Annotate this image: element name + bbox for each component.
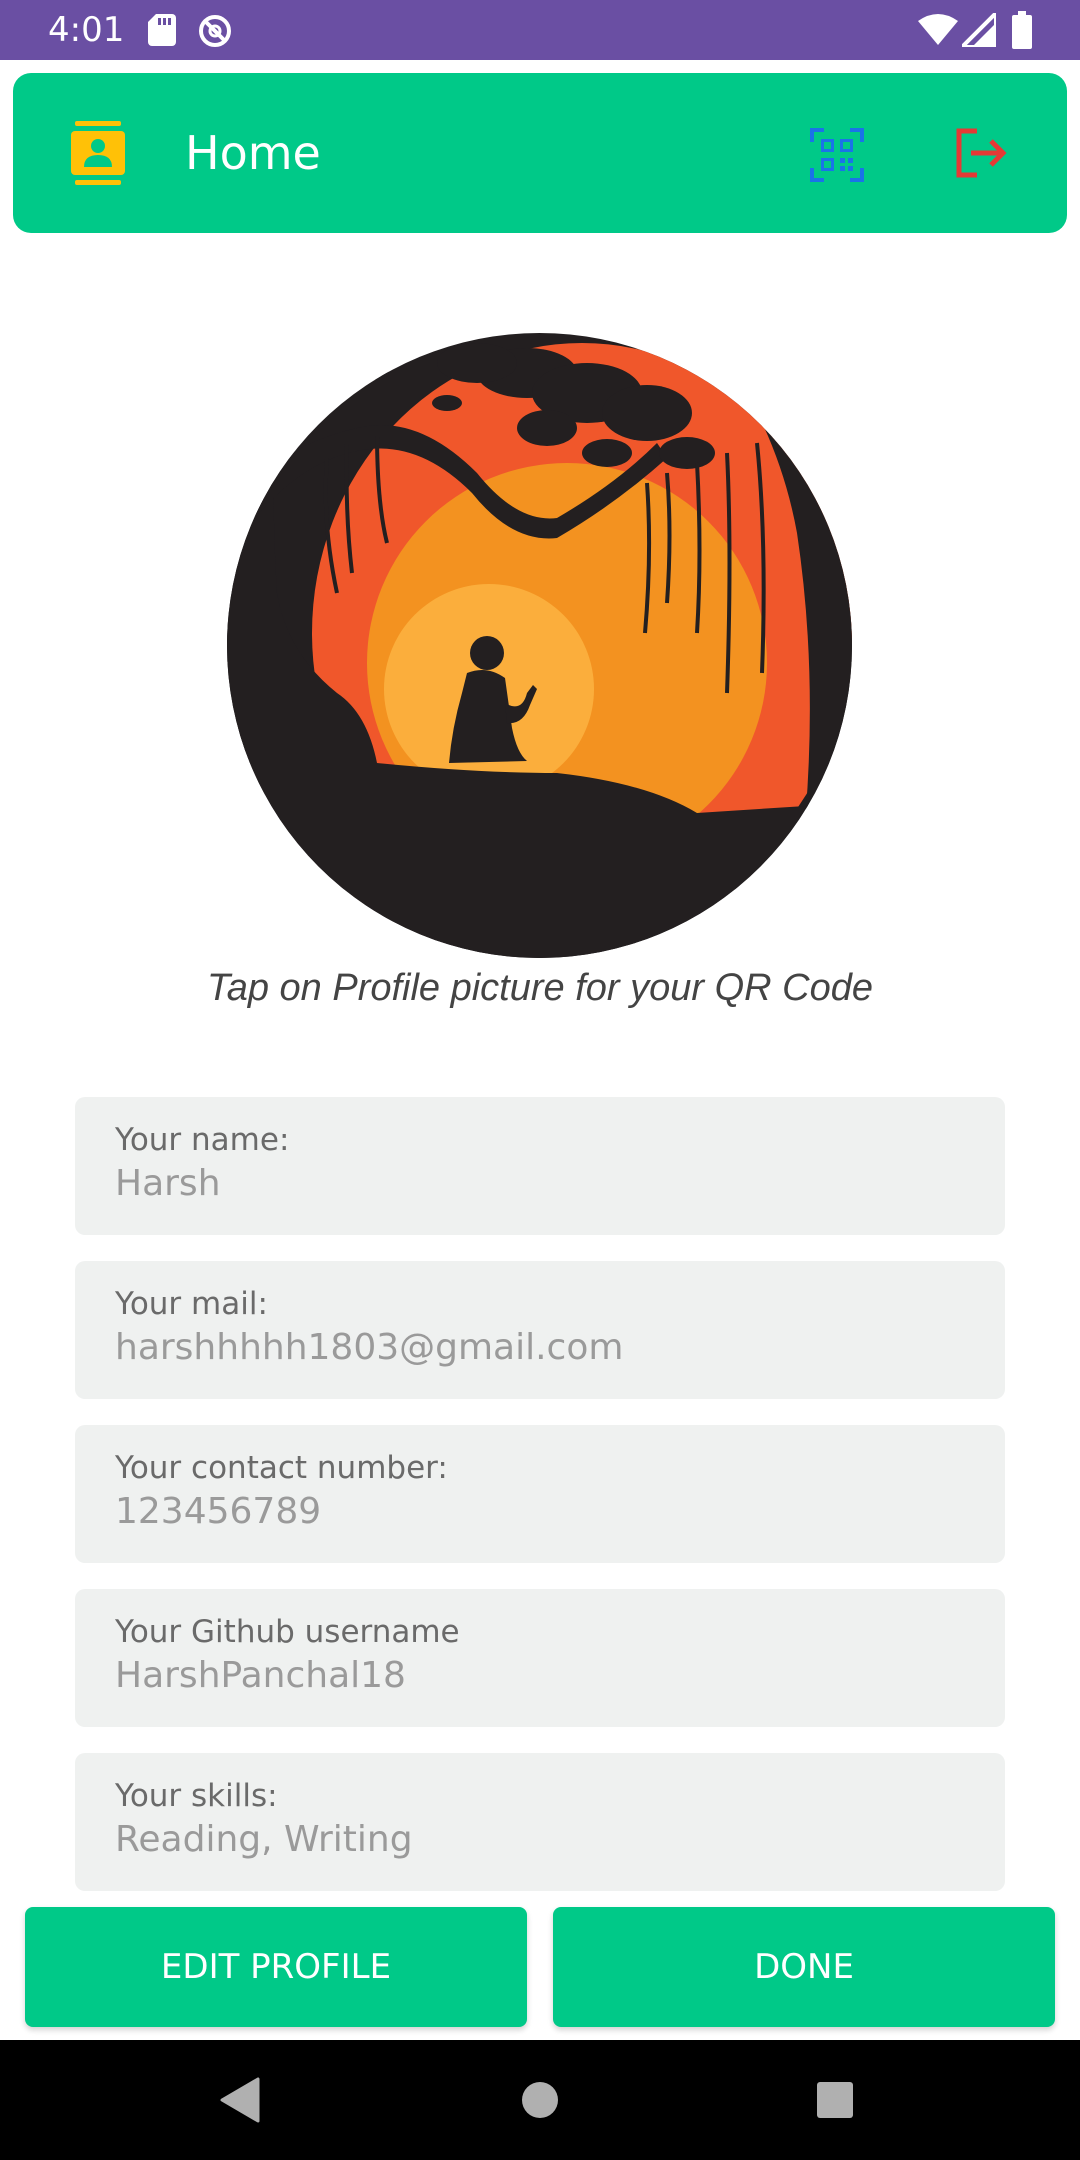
github-username-field[interactable]: Your Github username HarshPanchal18 (75, 1589, 1005, 1727)
wifi-icon (918, 14, 958, 45)
status-time: 4:01 (48, 10, 125, 50)
signal-icon (962, 13, 996, 47)
home-icon[interactable] (521, 2081, 559, 2119)
recents-icon[interactable] (816, 2081, 854, 2119)
field-value: Reading, Writing (115, 1819, 413, 1860)
field-label: Your name: (115, 1122, 290, 1158)
name-field[interactable]: Your name: Harsh (75, 1097, 1005, 1235)
field-label: Your skills: (115, 1778, 278, 1814)
field-label: Your contact number: (115, 1450, 448, 1486)
done-button[interactable]: DONE (553, 1907, 1055, 2027)
sd-card-icon (148, 14, 176, 46)
contact-icon (71, 121, 125, 185)
page-title: Home (185, 126, 321, 180)
app-bar: Home (13, 73, 1067, 233)
status-bar: 4:01 (0, 0, 1080, 60)
contact-number-field[interactable]: Your contact number: 123456789 (75, 1425, 1005, 1563)
field-value: harshhhhh1803@gmail.com (115, 1327, 624, 1368)
qr-code-icon[interactable] (810, 128, 864, 182)
skills-field[interactable]: Your skills: Reading, Writing (75, 1753, 1005, 1891)
field-value: 123456789 (115, 1491, 322, 1532)
profile-picture[interactable] (227, 333, 852, 958)
field-value: Harsh (115, 1163, 221, 1204)
battery-icon (1012, 11, 1032, 49)
field-label: Your mail: (115, 1286, 268, 1322)
field-label: Your Github username (115, 1614, 460, 1650)
mail-field[interactable]: Your mail: harshhhhh1803@gmail.com (75, 1261, 1005, 1399)
profile-hint-text: Tap on Profile picture for your QR Code (206, 967, 874, 1009)
back-icon[interactable] (218, 2077, 262, 2123)
field-value: HarshPanchal18 (115, 1655, 406, 1696)
navigation-bar (0, 2040, 1080, 2160)
do-not-disturb-icon (199, 15, 231, 47)
logout-icon[interactable] (953, 125, 1009, 181)
edit-profile-button[interactable]: EDIT PROFILE (25, 1907, 527, 2027)
profile-image-meditation (227, 333, 852, 958)
